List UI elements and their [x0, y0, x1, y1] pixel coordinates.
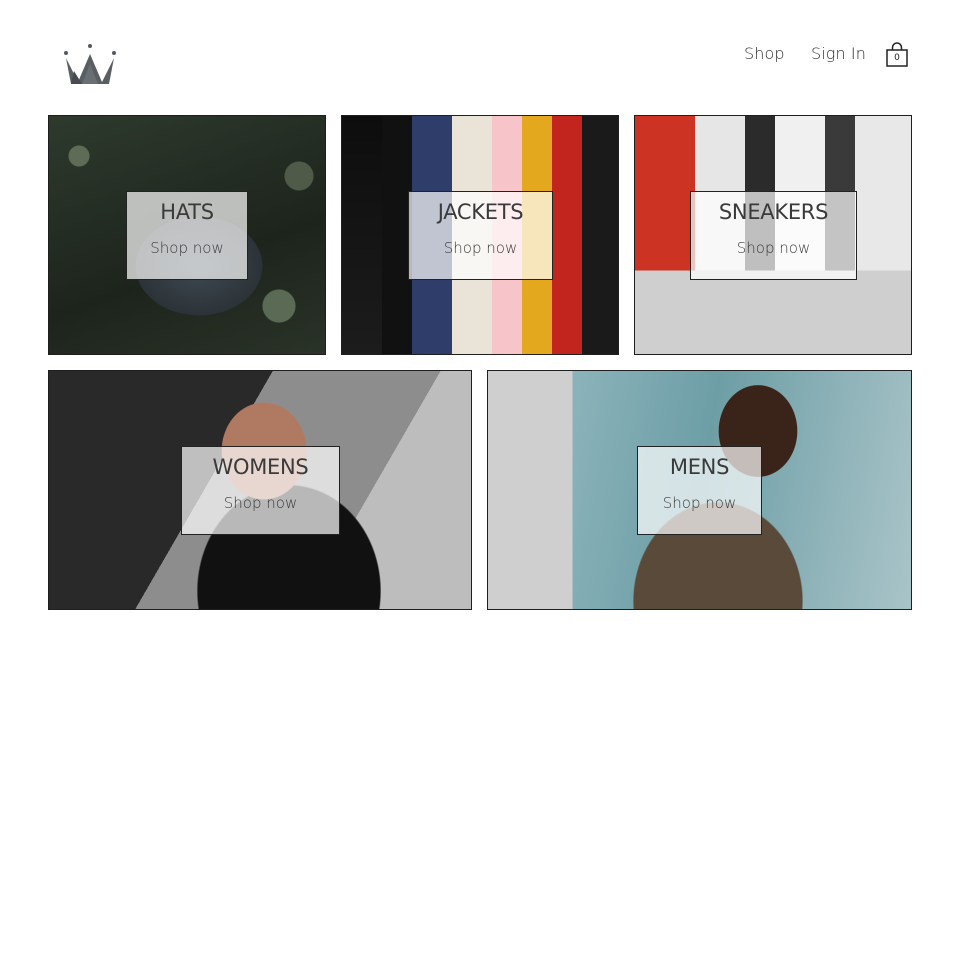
nav-shop-link[interactable]: Shop: [744, 44, 785, 63]
category-tile-hats[interactable]: HATS Shop now: [48, 115, 326, 355]
category-tile-mens[interactable]: MENS Shop now: [487, 370, 912, 610]
shop-now-link[interactable]: Shop now: [638, 494, 761, 512]
category-tile-womens[interactable]: WOMENS Shop now: [48, 370, 472, 610]
category-title: WOMENS: [212, 455, 309, 479]
category-label-womens[interactable]: WOMENS Shop now: [181, 446, 340, 535]
category-label-jackets[interactable]: JACKETS Shop now: [408, 191, 553, 280]
category-label-sneakers[interactable]: SNEAKERS Shop now: [690, 191, 857, 280]
category-title: MENS: [669, 455, 730, 479]
category-title: HATS: [160, 200, 214, 224]
nav-sign-in-link[interactable]: Sign In: [811, 44, 866, 63]
shop-now-link[interactable]: Shop now: [127, 239, 247, 257]
cart-count: 0: [894, 53, 900, 63]
category-title: SNEAKERS: [718, 200, 829, 224]
category-tile-sneakers[interactable]: SNEAKERS Shop now: [634, 115, 912, 355]
shop-now-link[interactable]: Shop now: [409, 239, 552, 257]
crown-logo-icon[interactable]: [62, 42, 118, 86]
shop-now-link[interactable]: Shop now: [691, 239, 856, 257]
category-tile-jackets[interactable]: JACKETS Shop now: [341, 115, 619, 355]
category-label-mens[interactable]: MENS Shop now: [637, 446, 762, 535]
shopping-bag-button[interactable]: 0: [884, 42, 910, 68]
app-root: Shop Sign In 0 HATS Shop now JACKETS Sho…: [0, 0, 957, 974]
site-header: Shop Sign In 0: [0, 0, 957, 100]
category-label-hats[interactable]: HATS Shop now: [126, 191, 248, 280]
category-title: JACKETS: [437, 200, 524, 224]
shop-now-link[interactable]: Shop now: [182, 494, 339, 512]
